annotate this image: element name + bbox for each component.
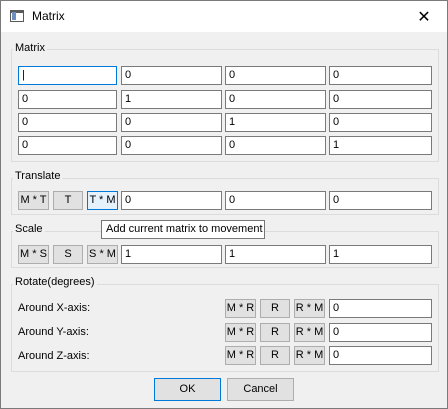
translate-z-field[interactable]: 0 (329, 191, 432, 210)
rotate-x-field[interactable]: 0 (329, 299, 432, 318)
rotate-y-r-button[interactable]: R (260, 323, 290, 342)
matrix-cell-r2c2[interactable]: 1 (225, 113, 326, 132)
cancel-button[interactable]: Cancel (227, 378, 294, 401)
matrix-cell-r0c2[interactable]: 0 (225, 66, 326, 85)
matrix-cell-r3c2[interactable]: 0 (225, 136, 326, 155)
matrix-cell-r3c3[interactable]: 1 (329, 136, 432, 155)
rotate-z-m-times-r-button[interactable]: M * R (225, 346, 256, 365)
matrix-cell-r1c0[interactable]: 0 (18, 90, 117, 109)
matrix-cell-r0c1[interactable]: 0 (121, 66, 222, 85)
scale-x-field[interactable]: 1 (121, 245, 222, 264)
rotate-x-r-times-m-button[interactable]: R * M (294, 299, 325, 318)
translate-x-field[interactable]: 0 (121, 191, 222, 210)
translate-t-button[interactable]: T (53, 191, 83, 210)
translate-t-times-m-button[interactable]: T * M (87, 191, 118, 210)
window-icon (10, 10, 24, 22)
rotate-x-r-button[interactable]: R (260, 299, 290, 318)
scale-group-label: Scale (13, 223, 45, 235)
matrix-cell-r2c1[interactable]: 0 (121, 113, 222, 132)
rotate-x-label: Around X-axis: (18, 302, 91, 314)
rotate-y-m-times-r-button[interactable]: M * R (225, 323, 256, 342)
scale-z-field[interactable]: 1 (329, 245, 432, 264)
rotate-z-label: Around Z-axis: (18, 350, 90, 362)
matrix-cell-r1c3[interactable]: 0 (329, 90, 432, 109)
translate-y-field[interactable]: 0 (225, 191, 326, 210)
window-title: Matrix (32, 9, 65, 23)
scale-s-button[interactable]: S (53, 245, 83, 264)
close-icon[interactable]: ✕ (401, 1, 447, 32)
matrix-cell-r3c0[interactable]: 0 (18, 136, 117, 155)
matrix-cell-r0c0[interactable]: | (18, 66, 117, 85)
matrix-cell-r1c1[interactable]: 1 (121, 90, 222, 109)
translate-group-label: Translate (13, 170, 63, 182)
rotate-z-r-times-m-button[interactable]: R * M (294, 346, 325, 365)
ok-button[interactable]: OK (154, 378, 221, 401)
matrix-cell-r3c1[interactable]: 0 (121, 136, 222, 155)
matrix-cell-r0c3[interactable]: 0 (329, 66, 432, 85)
matrix-cell-r2c0[interactable]: 0 (18, 113, 117, 132)
rotate-group-label: Rotate(degrees) (13, 276, 97, 288)
tooltip: Add current matrix to movement (101, 220, 265, 239)
scale-s-times-m-button[interactable]: S * M (87, 245, 118, 264)
scale-m-times-s-button[interactable]: M * S (18, 245, 49, 264)
title-bar: Matrix ✕ (1, 1, 447, 32)
matrix-cell-r2c3[interactable]: 0 (329, 113, 432, 132)
rotate-z-field[interactable]: 0 (329, 346, 432, 365)
scale-y-field[interactable]: 1 (225, 245, 326, 264)
rotate-x-m-times-r-button[interactable]: M * R (225, 299, 256, 318)
matrix-dialog: Matrix ✕ Matrix | 0 0 0 0 1 0 0 0 0 1 0 … (0, 0, 448, 409)
matrix-group-label: Matrix (13, 42, 47, 54)
rotate-y-label: Around Y-axis: (18, 326, 89, 338)
rotate-z-r-button[interactable]: R (260, 346, 290, 365)
rotate-y-r-times-m-button[interactable]: R * M (294, 323, 325, 342)
rotate-y-field[interactable]: 0 (329, 323, 432, 342)
translate-m-times-t-button[interactable]: M * T (18, 191, 49, 210)
matrix-cell-r1c2[interactable]: 0 (225, 90, 326, 109)
